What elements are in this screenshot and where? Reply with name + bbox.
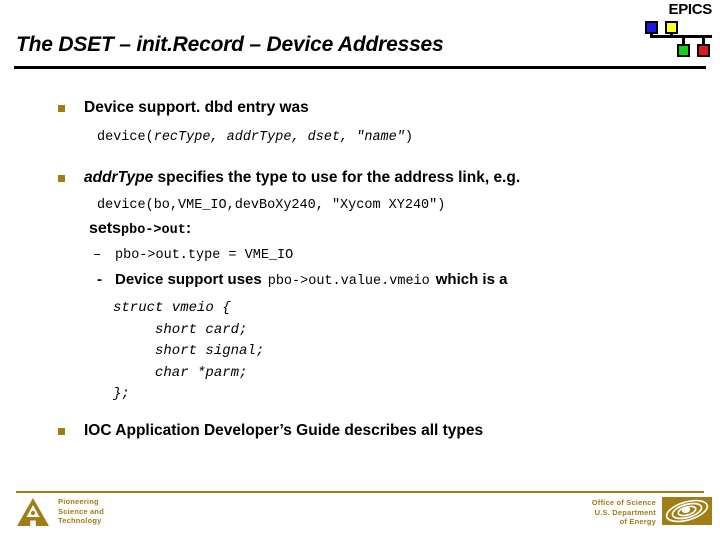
epics-square-yellow-icon: [665, 21, 678, 34]
epics-square-blue-icon: [645, 21, 658, 34]
sub-bullet-2: - Device support uses pbo->out.value.vme…: [97, 271, 720, 289]
sub-bullet-1: – pbo->out.type = VME_IO: [93, 248, 720, 263]
bullet-square-icon: [58, 175, 65, 182]
dash-marker-icon: -: [97, 271, 102, 288]
struct-code-block: struct vmeio { short card; short signal;…: [113, 300, 265, 402]
doe-logo-icon: [662, 497, 712, 525]
bullet-2-emphasis: addrType: [84, 169, 154, 186]
footer-left-group: Pioneering Science and Technology: [16, 497, 104, 527]
bullet-3-text: IOC Application Developer’s Guide descri…: [84, 421, 484, 439]
bullet-2-text: addrType specifies the type to use for t…: [84, 168, 520, 188]
sub-bullet-1-code: pbo->out.type = VME_IO: [115, 248, 294, 263]
bullet-2-rest: specifies the type to use for the addres…: [153, 169, 521, 186]
sub-bullet-2-text-after: which is a: [435, 271, 508, 288]
sub-bullet-2-code: pbo->out.value.vmeio: [267, 274, 430, 289]
sets-code: pbo->out: [121, 223, 186, 238]
epics-wordmark: EPICS: [668, 1, 712, 18]
slide-body: Device support. dbd entry was device(rec…: [0, 98, 720, 441]
epics-logo: EPICS: [638, 2, 712, 60]
sets-line: setspbo->out:: [89, 220, 720, 238]
footer-right-group: Office of Science U.S. Department of Ene…: [592, 497, 712, 527]
argonne-logo-icon: [16, 497, 50, 527]
sets-word: sets: [89, 220, 122, 237]
code-device-signature: device(recType, addrType, dset, "name"): [97, 129, 720, 146]
code-device-suffix: ): [404, 130, 413, 145]
bullet-square-icon: [58, 427, 65, 435]
epics-stub-yellow: [670, 34, 673, 37]
title-divider: [14, 66, 706, 69]
bullet-square-icon: [58, 105, 65, 112]
code-device-prefix: device(: [97, 130, 154, 145]
sets-colon: :: [185, 220, 192, 237]
code-device-example: device(bo,VME_IO,devBoXy240, "Xycom XY24…: [97, 198, 446, 213]
dash-marker-icon: –: [93, 248, 102, 263]
epics-square-green-icon: [677, 44, 690, 57]
epics-square-red-icon: [697, 44, 710, 57]
sub-bullet-2-text-before: Device support uses: [115, 271, 262, 288]
bullet-item-2: addrType specifies the type to use for t…: [58, 168, 720, 188]
epics-network-mark: [638, 19, 712, 59]
footer-divider: [16, 491, 704, 493]
code-device-params: recType, addrType, dset, "name": [153, 130, 405, 145]
epics-stub-blue: [650, 34, 653, 37]
slide-title: The DSET – init.Record – Device Addresse…: [16, 33, 444, 56]
footer-right-text: Office of Science U.S. Department of Ene…: [591, 498, 656, 526]
bullet-item-1: Device support. dbd entry was: [58, 98, 720, 118]
bullet-1-text: Device support. dbd entry was: [84, 99, 309, 116]
bullet-item-3: IOC Application Developer’s Guide descri…: [58, 421, 720, 441]
footer-left-text: Pioneering Science and Technology: [58, 497, 104, 525]
